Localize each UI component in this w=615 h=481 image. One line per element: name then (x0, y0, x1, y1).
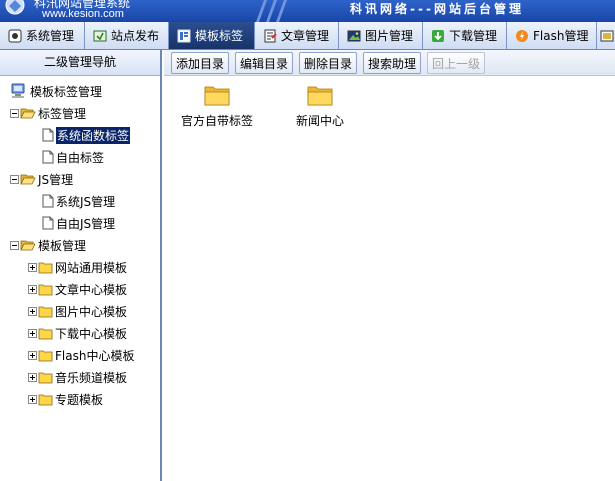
expand-icon[interactable] (28, 306, 37, 316)
computer-icon (11, 83, 25, 98)
folder-news-center[interactable]: 新闻中心 (270, 83, 370, 129)
open-folder-icon (20, 174, 36, 185)
tree-item-label: Flash中心模板 (55, 348, 135, 363)
delete-directory-button[interactable]: 删除目录 (299, 52, 357, 74)
tree-item-label: 图片中心模板 (55, 304, 128, 319)
download-icon (432, 29, 444, 42)
folder-icon (38, 372, 53, 383)
page-icon (42, 194, 54, 208)
decorative-stripes (256, 0, 287, 22)
tree-item-article-templates[interactable]: 文章中心模板 (28, 279, 127, 299)
collapse-icon[interactable] (10, 174, 19, 184)
nav-flash[interactable]: Flash管理 (507, 22, 597, 49)
folder-icon (38, 350, 53, 361)
tree-item-label: 网站通用模板 (55, 260, 128, 275)
sidebar-title: 二级管理导航 (0, 50, 160, 76)
folder-icon (38, 306, 53, 317)
tree-item-download-templates[interactable]: 下载中心模板 (28, 323, 127, 343)
page-icon (42, 128, 54, 142)
collapse-icon[interactable] (10, 240, 19, 250)
tree-item-music-templates[interactable]: 音乐频道模板 (28, 367, 127, 387)
nav-picture[interactable]: 图片管理 (339, 22, 423, 49)
up-level-button[interactable]: 回上一级 (427, 52, 485, 74)
system-icon (8, 29, 22, 42)
tree-item-special-templates[interactable]: 专题模板 (28, 389, 103, 409)
page-icon (42, 216, 54, 230)
picture-icon (347, 30, 361, 41)
tree-group-label: JS管理 (38, 172, 74, 187)
tree-group-js-manage[interactable]: JS管理 (10, 169, 73, 189)
tree-item-label: 自由标签 (56, 150, 105, 165)
nav-label: Flash管理 (533, 29, 589, 43)
folder-view: 官方自带标签 新闻中心 (164, 77, 615, 481)
tree-item-site-templates[interactable]: 网站通用模板 (28, 257, 127, 277)
edit-directory-button[interactable]: 编辑目录 (235, 52, 293, 74)
collapse-icon[interactable] (10, 108, 19, 118)
nav-template[interactable]: 模板标签 (169, 22, 255, 49)
sidebar: 二级管理导航 模板标签管理 标签管理 系统函数标签 自由标签 JS管理 系统JS… (0, 50, 162, 481)
expand-icon[interactable] (28, 350, 37, 360)
brand-url: www.kesion.com (42, 8, 124, 20)
folder-icon (38, 262, 53, 273)
tree-group-label: 模板管理 (38, 238, 87, 253)
tree-item-label: 下载中心模板 (55, 326, 128, 341)
nav-more[interactable] (597, 22, 615, 49)
open-folder-icon (20, 108, 36, 119)
tree-group-tag-manage[interactable]: 标签管理 (10, 103, 86, 123)
folder-name: 新闻中心 (295, 114, 344, 128)
folder-official-tags[interactable]: 官方自带标签 (167, 83, 267, 129)
tree-item-label: 系统JS管理 (56, 194, 116, 209)
publish-icon (93, 30, 107, 41)
nav-system[interactable]: 系统管理 (0, 22, 85, 49)
folder-icon (204, 86, 230, 106)
tree-root[interactable]: 模板标签管理 (10, 81, 102, 101)
folder-icon (307, 86, 333, 106)
nav-label: 下载管理 (449, 29, 498, 43)
expand-icon[interactable] (28, 284, 37, 294)
logo-icon (5, 0, 25, 15)
tree-item-label: 专题模板 (55, 392, 104, 407)
folder-icon (38, 284, 53, 295)
expand-icon[interactable] (28, 328, 37, 338)
tree-item-free-js[interactable]: 自由JS管理 (42, 213, 115, 233)
tree-item-picture-templates[interactable]: 图片中心模板 (28, 301, 127, 321)
banner-slogan: 科讯网络---网站后台管理 (350, 2, 524, 16)
top-navigation: 系统管理 站点发布 模板标签 文章管理 图片管理 下载管理 Flash管理 (0, 22, 615, 50)
folder-icon (38, 394, 53, 405)
tree-item-system-js[interactable]: 系统JS管理 (42, 191, 115, 211)
nav-publish[interactable]: 站点发布 (85, 22, 169, 49)
header-banner: 科汛网站管理系统 www.kesion.com 科讯网络---网站后台管理 (0, 0, 615, 22)
nav-label: 系统管理 (26, 29, 75, 43)
nav-label: 站点发布 (111, 29, 160, 43)
nav-label: 模板标签 (195, 29, 244, 43)
open-folder-icon (20, 240, 36, 251)
tree-item-label: 系统函数标签 (56, 126, 131, 144)
flash-icon (516, 29, 528, 42)
tree-item-label: 音乐频道模板 (55, 370, 128, 385)
expand-icon[interactable] (28, 262, 37, 272)
search-helper-button[interactable]: 搜索助理 (363, 52, 421, 74)
tree-item-flash-templates[interactable]: Flash中心模板 (28, 345, 134, 365)
folder-name: 官方自带标签 (180, 114, 253, 128)
nav-download[interactable]: 下载管理 (423, 22, 507, 49)
tree-item-label: 自由JS管理 (56, 216, 116, 231)
tree-item-free-tags[interactable]: 自由标签 (42, 147, 104, 167)
add-directory-button[interactable]: 添加目录 (171, 52, 229, 74)
expand-icon[interactable] (28, 394, 37, 404)
tree-group-template-manage[interactable]: 模板管理 (10, 235, 86, 255)
more-icon (600, 30, 614, 41)
template-icon (177, 29, 191, 42)
toolbar: 添加目录 编辑目录 删除目录 搜索助理 回上一级 (164, 50, 615, 76)
tree-group-label: 标签管理 (38, 106, 87, 121)
nav-label: 文章管理 (281, 29, 330, 43)
tree-item-label: 文章中心模板 (55, 282, 128, 297)
expand-icon[interactable] (28, 372, 37, 382)
tree-item-system-function-tags[interactable]: 系统函数标签 (42, 125, 131, 145)
folder-icon (38, 328, 53, 339)
tree-root-label: 模板标签管理 (30, 84, 103, 99)
nav-label: 图片管理 (365, 29, 414, 43)
nav-article[interactable]: 文章管理 (255, 22, 339, 49)
article-icon (264, 29, 277, 42)
page-icon (42, 150, 54, 164)
